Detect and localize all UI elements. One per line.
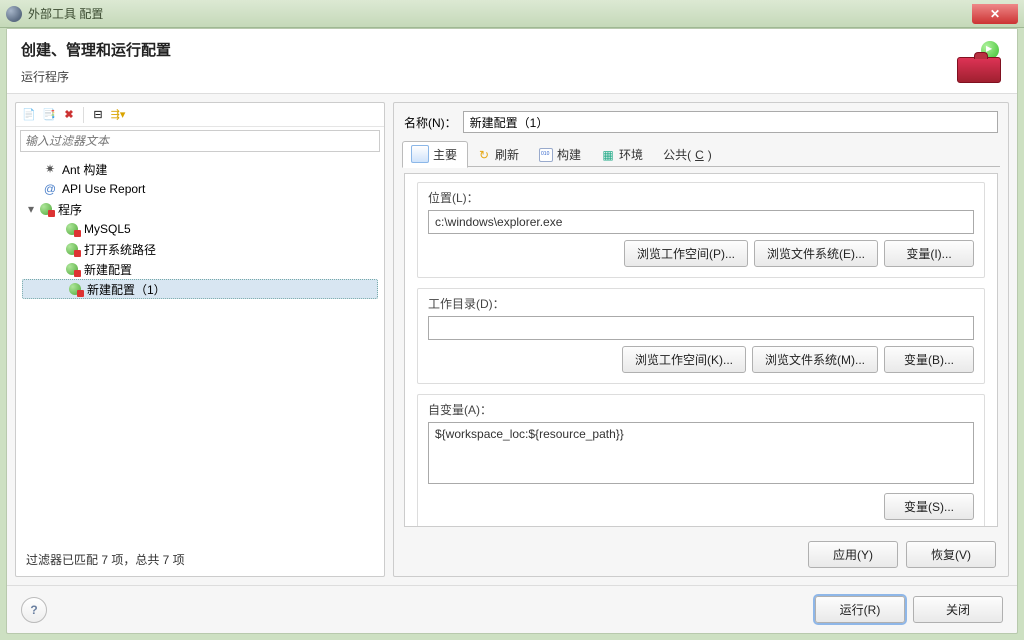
- program-icon: [64, 221, 80, 237]
- tree-label: 程序: [58, 201, 82, 218]
- location-label: 位置(L)：: [428, 189, 974, 206]
- tab-label: 构建: [557, 146, 581, 163]
- header-icon: [955, 41, 1003, 83]
- window-close-button[interactable]: ✕: [972, 4, 1018, 24]
- tab-label-suffix: ): [708, 148, 712, 162]
- tree-label: 打开系统路径: [84, 241, 156, 258]
- run-button[interactable]: 运行(R): [815, 596, 905, 623]
- tab-label-prefix: 公共(: [663, 146, 691, 163]
- workdir-variables-button[interactable]: 变量(B)...: [884, 346, 974, 373]
- tree-label: MySQL5: [84, 222, 131, 236]
- toolbox-icon: [957, 57, 1001, 83]
- tab-common[interactable]: 公共( C): [654, 142, 723, 167]
- main-split: 📄 📑 ✖ ⊟ ⇶▾ ✷ Ant 构建 @ API Use Report: [7, 94, 1017, 585]
- tree-node-openpath[interactable]: 打开系统路径: [18, 239, 382, 259]
- refresh-tab-icon: ↻: [477, 148, 491, 162]
- dialog-header: 创建、管理和运行配置 运行程序: [7, 29, 1017, 94]
- collapse-all-icon[interactable]: ⊟: [89, 106, 107, 124]
- tab-refresh[interactable]: ↻ 刷新: [468, 142, 530, 167]
- tabs: 主要 ↻ 刷新 构建 ▦ 环境 公共( C): [394, 141, 1008, 167]
- name-input[interactable]: [463, 111, 998, 133]
- tree-label: API Use Report: [62, 182, 145, 196]
- duplicate-config-icon[interactable]: 📑: [40, 106, 58, 124]
- at-icon: @: [42, 181, 58, 197]
- header-subtitle: 运行程序: [21, 68, 955, 85]
- header-title: 创建、管理和运行配置: [21, 39, 955, 60]
- filter-input[interactable]: [20, 130, 380, 152]
- tree-node-newcfg[interactable]: 新建配置: [18, 259, 382, 279]
- help-button[interactable]: ?: [21, 597, 47, 623]
- tab-label: 环境: [619, 146, 643, 163]
- program-icon: [67, 281, 83, 297]
- tab-label-access: C: [695, 148, 704, 162]
- name-row: 名称(N)：: [394, 103, 1008, 141]
- tree-label: Ant 构建: [62, 161, 107, 178]
- tab-label: 刷新: [495, 146, 519, 163]
- tab-content-main: 位置(L)： 浏览工作空间(P)... 浏览文件系统(E)... 变量(I)..…: [404, 173, 998, 527]
- close-button[interactable]: 关闭: [913, 596, 1003, 623]
- tab-label: 主要: [433, 146, 457, 163]
- program-icon: [38, 201, 54, 217]
- tree-node-program[interactable]: ▾ 程序: [18, 199, 382, 219]
- right-pane: 名称(N)： 主要 ↻ 刷新 构建 ▦ 环境: [393, 102, 1009, 577]
- left-toolbar: 📄 📑 ✖ ⊟ ⇶▾: [16, 103, 384, 127]
- dialog-footer: ? 运行(R) 关闭: [7, 585, 1017, 633]
- filter-menu-icon[interactable]: ⇶▾: [109, 106, 127, 124]
- right-bottom-buttons: 应用(Y) 恢复(V): [394, 535, 1008, 576]
- tree-node-api[interactable]: @ API Use Report: [18, 179, 382, 199]
- env-tab-icon: ▦: [601, 148, 615, 162]
- filter-box: [20, 130, 380, 152]
- delete-config-icon[interactable]: ✖: [60, 106, 78, 124]
- workdir-input[interactable]: [428, 316, 974, 340]
- program-icon: [64, 261, 80, 277]
- program-icon: [64, 241, 80, 257]
- args-input[interactable]: [428, 422, 974, 484]
- args-variables-button[interactable]: 变量(S)...: [884, 493, 974, 520]
- left-footer: 过滤器已匹配 7 项，总共 7 项: [16, 543, 384, 576]
- args-group: 自变量(A)： 变量(S)...: [417, 394, 985, 527]
- location-group: 位置(L)： 浏览工作空间(P)... 浏览文件系统(E)... 变量(I)..…: [417, 182, 985, 278]
- title-bar: 外部工具 配置 ✕: [0, 0, 1024, 28]
- location-variables-button[interactable]: 变量(I)...: [884, 240, 974, 267]
- workdir-group: 工作目录(D)： 浏览工作空间(K)... 浏览文件系统(M)... 变量(B)…: [417, 288, 985, 384]
- build-tab-icon: [539, 148, 553, 162]
- tree-label: 新建配置（1）: [87, 281, 166, 298]
- app-icon: [6, 6, 22, 22]
- tab-main[interactable]: 主要: [402, 141, 468, 168]
- workdir-browse-filesystem-button[interactable]: 浏览文件系统(M)...: [752, 346, 878, 373]
- config-tree: ✷ Ant 构建 @ API Use Report ▾ 程序 MySQL5: [16, 155, 384, 543]
- ant-icon: ✷: [42, 161, 58, 177]
- tab-env[interactable]: ▦ 环境: [592, 142, 654, 167]
- tree-label: 新建配置: [84, 261, 132, 278]
- new-config-icon[interactable]: 📄: [20, 106, 38, 124]
- expand-icon[interactable]: ▾: [28, 202, 38, 216]
- left-pane: 📄 📑 ✖ ⊟ ⇶▾ ✷ Ant 构建 @ API Use Report: [15, 102, 385, 577]
- location-input[interactable]: [428, 210, 974, 234]
- tab-build[interactable]: 构建: [530, 142, 592, 167]
- tree-node-mysql[interactable]: MySQL5: [18, 219, 382, 239]
- tree-node-newcfg1[interactable]: 新建配置（1）: [22, 279, 378, 299]
- location-browse-workspace-button[interactable]: 浏览工作空间(P)...: [624, 240, 748, 267]
- revert-button[interactable]: 恢复(V): [906, 541, 996, 568]
- name-label: 名称(N)：: [404, 114, 457, 131]
- location-browse-filesystem-button[interactable]: 浏览文件系统(E)...: [754, 240, 878, 267]
- workdir-label: 工作目录(D)：: [428, 295, 974, 312]
- tree-node-ant[interactable]: ✷ Ant 构建: [18, 159, 382, 179]
- args-label: 自变量(A)：: [428, 401, 974, 418]
- toolbar-separator: [83, 107, 84, 123]
- window-title: 外部工具 配置: [28, 5, 972, 22]
- workdir-browse-workspace-button[interactable]: 浏览工作空间(K)...: [622, 346, 746, 373]
- dialog-body: 创建、管理和运行配置 运行程序 📄 📑 ✖ ⊟ ⇶▾ ✷: [6, 28, 1018, 634]
- main-tab-icon: [411, 145, 429, 163]
- apply-button[interactable]: 应用(Y): [808, 541, 898, 568]
